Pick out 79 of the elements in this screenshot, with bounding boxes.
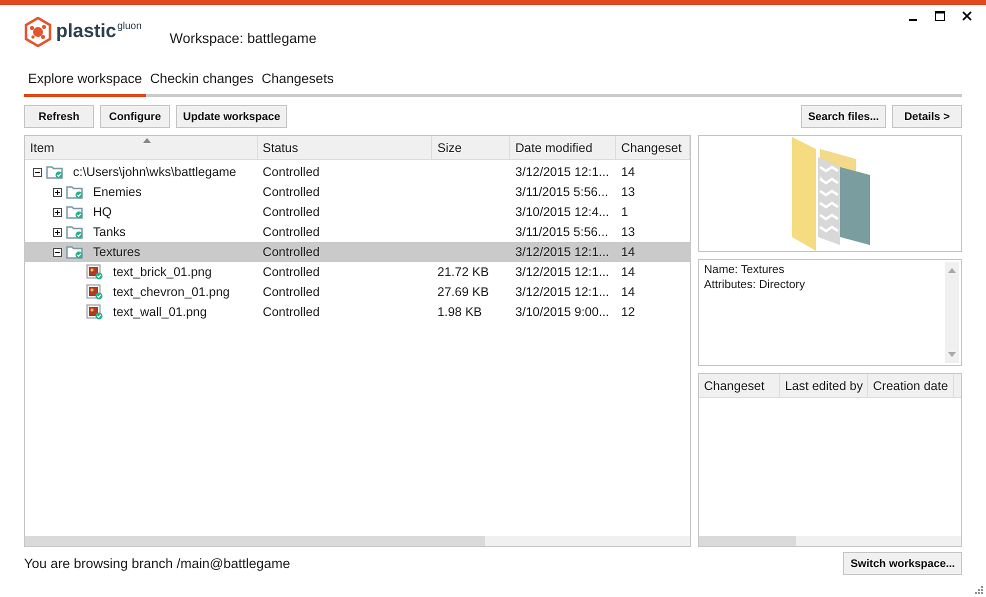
status-text: Controlled [262,185,320,199]
tab[interactable]: Checkin changes [146,71,258,97]
item-name[interactable]: text_chevron_01.png [109,282,258,302]
resize-grip-icon[interactable] [974,585,983,594]
tab[interactable]: Explore workspace [24,71,146,97]
changeset-text: 1 [621,205,628,219]
branch-status-text: You are browsing branch /main@battlegame [24,556,290,571]
maximize-icon[interactable] [935,11,945,21]
changeset-text: 14 [621,285,636,299]
changeset-text: 12 [621,305,636,319]
date-text: 3/12/2015 12:1... [515,165,610,179]
size-text: 1.98 KB [437,305,482,319]
toolbar-button[interactable]: Configure [100,105,170,128]
image-file-icon [86,304,104,320]
expander-icon[interactable] [33,168,42,176]
status-text: Controlled [262,225,320,239]
workspace-title: Workspace: battlegame [170,30,316,46]
toolbar-button[interactable]: Search files... [801,105,886,128]
expander-icon[interactable] [53,208,62,216]
folder-icon [66,225,84,239]
item-name[interactable]: Enemies [89,182,258,202]
changeset-text: 14 [621,265,636,279]
item-name[interactable]: text_brick_01.png [109,262,258,282]
date-text: 3/11/2015 5:56... [515,185,608,199]
folder-icon [66,245,84,259]
status-text: Controlled [262,285,320,299]
image-file-icon [86,284,104,300]
image-file-icon [86,264,104,280]
changeset-text: 14 [621,165,636,179]
details-line: Name: Textures [704,263,786,278]
column-header[interactable]: Last edited by [780,374,868,397]
close-icon[interactable] [962,11,972,21]
item-name[interactable]: Tanks [89,222,258,242]
changeset-text: 13 [621,185,636,199]
changeset-text: 13 [621,225,636,239]
status-text: Controlled [262,205,320,219]
date-text: 3/10/2015 9:00... [515,305,610,319]
logo-icon [24,17,52,47]
status-text: Controlled [262,165,320,179]
folder-icon [66,205,84,219]
toolbar-button[interactable]: Details > [892,105,962,128]
tab[interactable]: Changesets [258,71,338,97]
column-header[interactable]: Changeset [616,136,690,159]
logo-text: plastic [56,21,116,43]
column-header[interactable]: Status [258,136,432,159]
date-text: 3/11/2015 5:56... [515,225,608,239]
logo-subtext: gluon [117,21,142,32]
details-textbox[interactable]: Name: Textures Attributes: Directory [698,259,962,366]
sort-arrow-icon [143,138,151,143]
column-header[interactable]: Creation date [868,374,954,397]
date-text: 3/12/2015 12:1... [515,245,610,259]
toolbar-button[interactable]: Update workspace [176,105,288,128]
expander-icon[interactable] [53,228,62,236]
switch-workspace-button[interactable]: Switch workspace... [843,552,962,575]
column-header[interactable]: Size [432,136,510,159]
selected-row[interactable]: Textures Controlled 3/12/2015 12:1... 14 [25,242,690,262]
toolbar-button[interactable]: Refresh [24,105,94,128]
item-name[interactable]: Textures [89,242,258,262]
status-text: Controlled [262,245,320,259]
size-text: 21.72 KB [437,265,489,279]
folder-icon [46,165,64,179]
folder-icon [66,185,84,199]
status-text: Controlled [262,265,320,279]
status-text: Controlled [262,305,320,319]
expander-icon[interactable] [53,188,62,196]
item-name[interactable]: text_wall_01.png [109,302,258,322]
horizontal-scrollbar[interactable] [25,536,690,546]
size-text: 27.69 KB [437,285,489,299]
horizontal-scrollbar[interactable] [699,536,961,546]
item-name[interactable]: c:\Users\john\wks\battlegame [69,162,258,182]
column-header[interactable]: Date modified [510,136,616,159]
expander-icon[interactable] [53,248,62,256]
details-line: Attributes: Directory [704,278,806,293]
changeset-text: 14 [621,245,636,259]
column-header[interactable]: Changeset [699,374,780,397]
date-text: 3/10/2015 12:4... [515,205,610,219]
date-text: 3/12/2015 12:1... [515,285,610,299]
item-name[interactable]: HQ [89,202,258,222]
date-text: 3/12/2015 12:1... [515,265,610,279]
